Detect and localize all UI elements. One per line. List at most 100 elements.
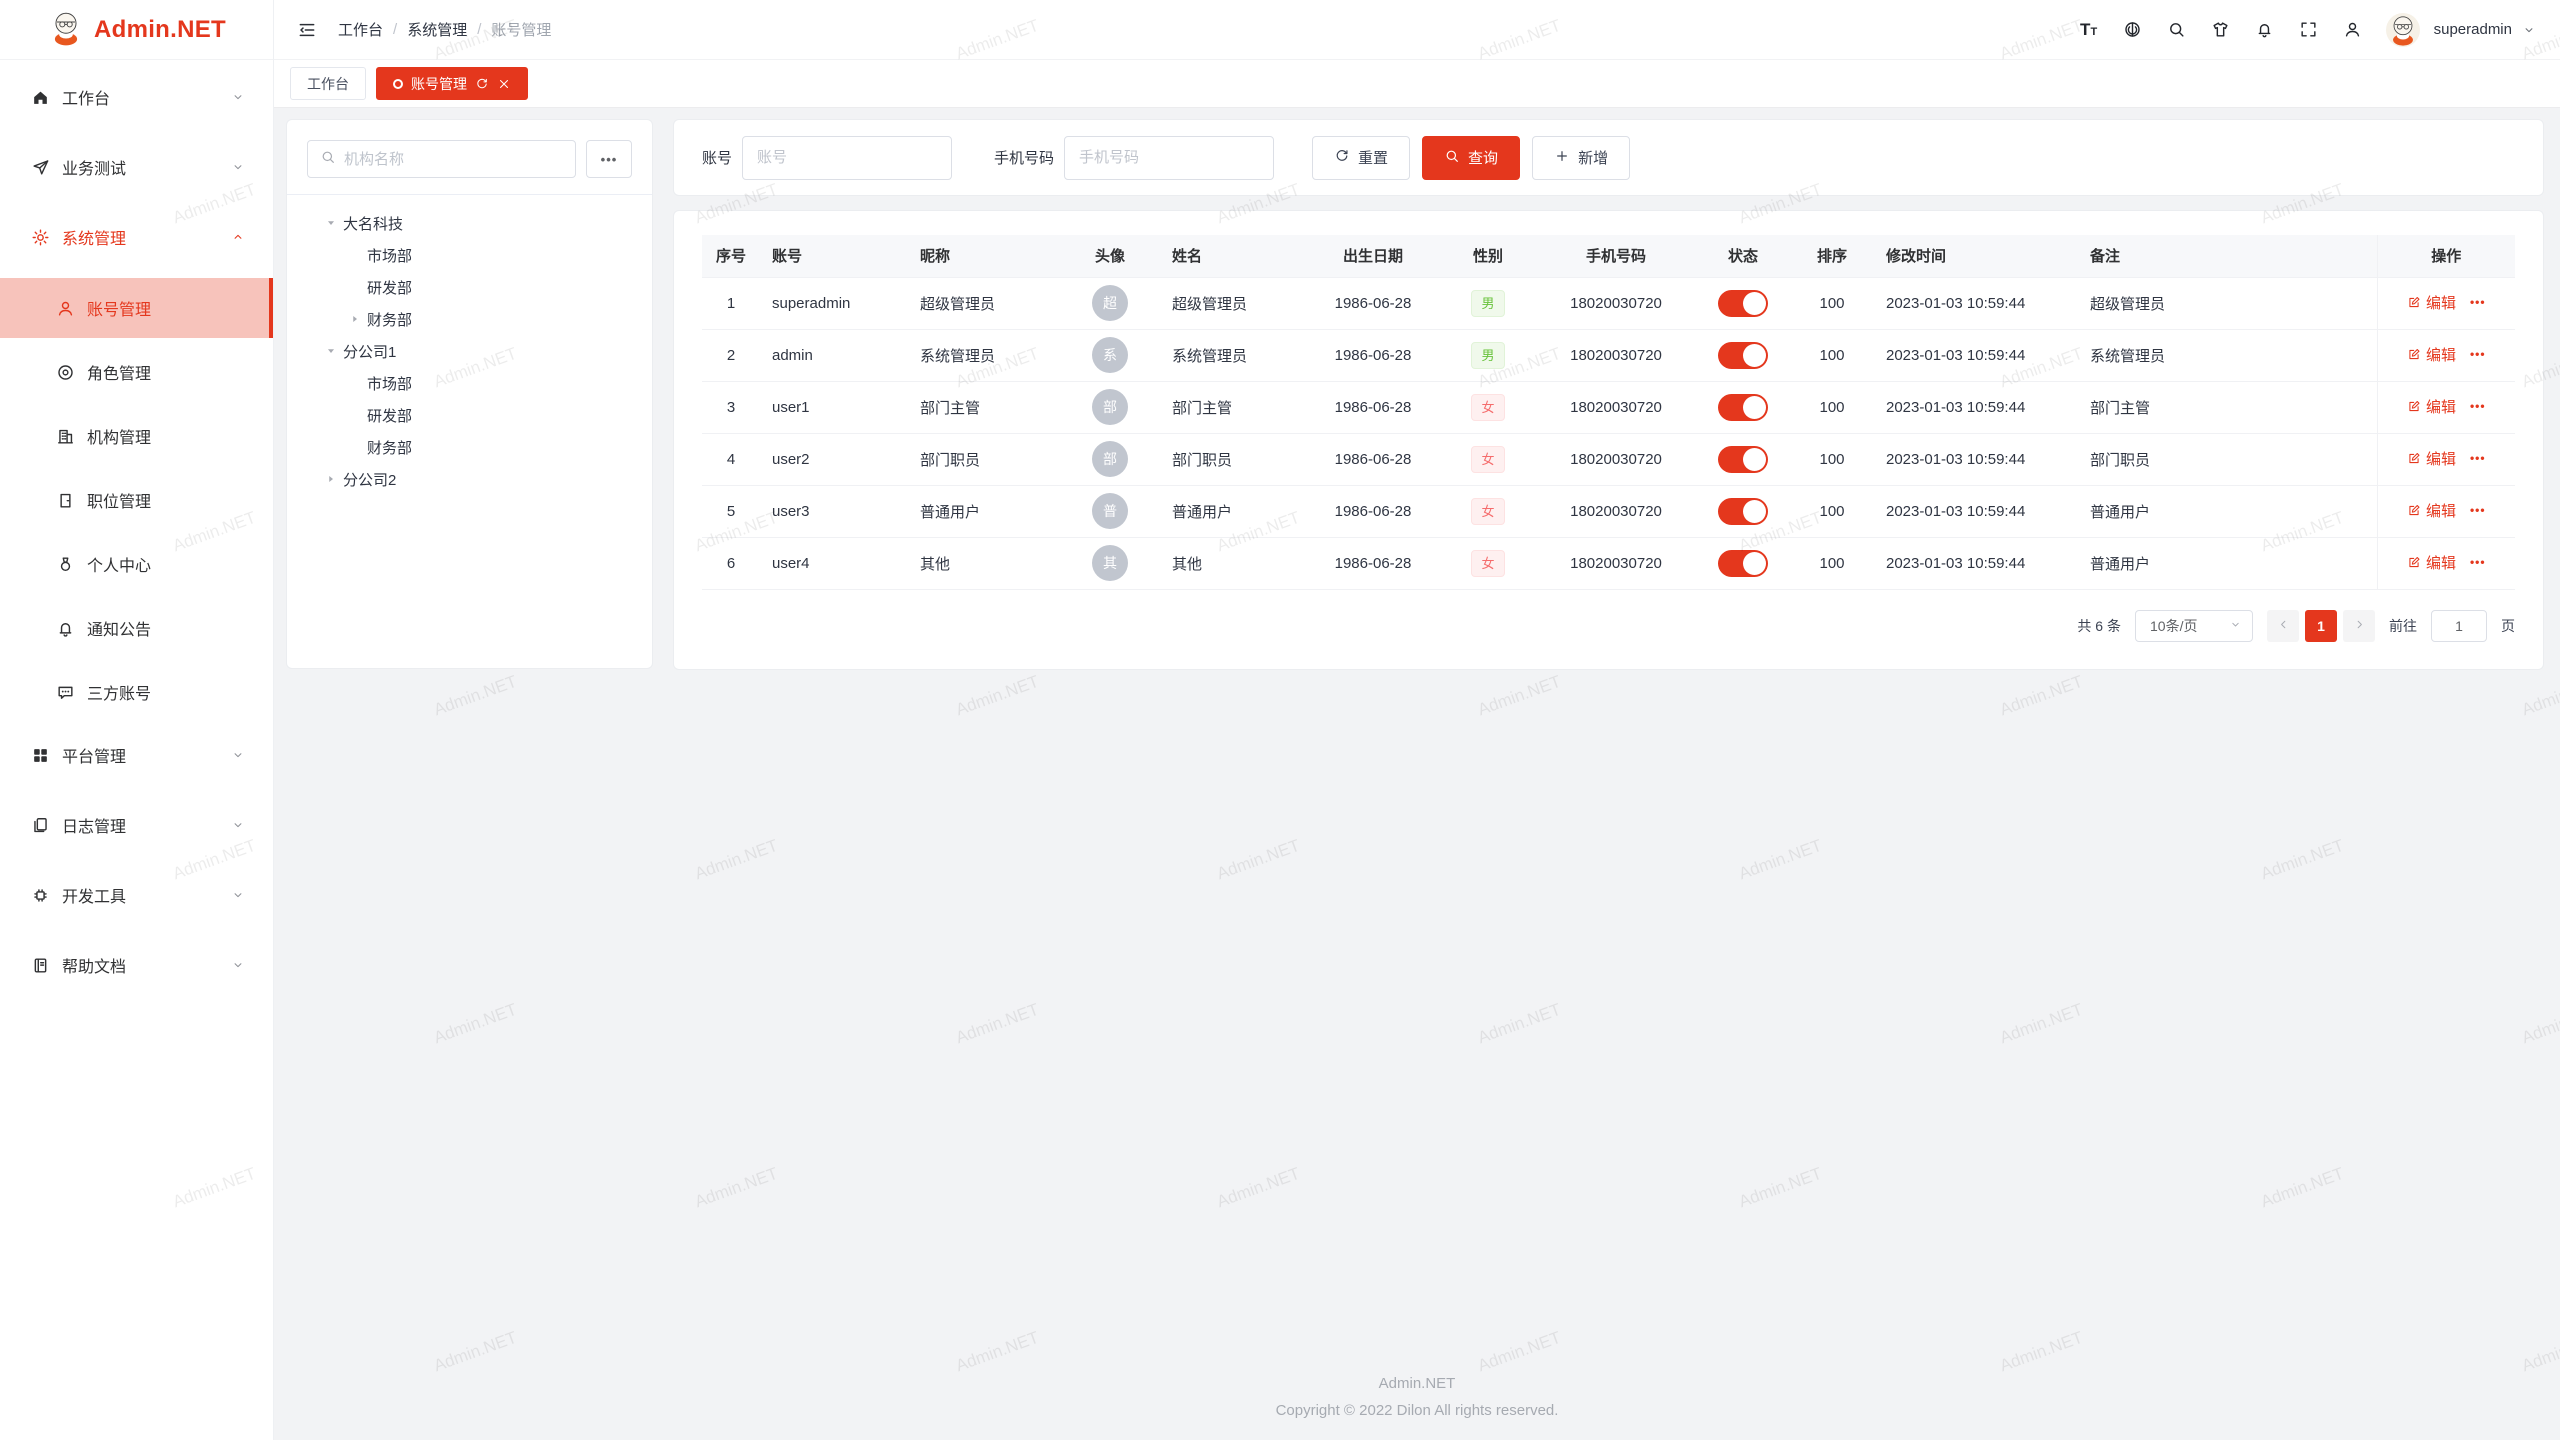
search-icon[interactable]: [2158, 11, 2196, 49]
sidebar-item-account[interactable]: 账号管理: [0, 278, 273, 338]
breadcrumb-item[interactable]: 系统管理: [407, 19, 467, 40]
status-toggle[interactable]: [1718, 498, 1768, 525]
close-icon[interactable]: [497, 77, 511, 91]
org-more-button[interactable]: •••: [586, 140, 632, 178]
row-more-button[interactable]: •••: [2470, 295, 2486, 309]
collapse-sidebar-icon[interactable]: [292, 15, 322, 45]
language-icon[interactable]: [2114, 11, 2152, 49]
logo-link[interactable]: Admin.NET: [0, 0, 273, 60]
sidebar-item-devtools[interactable]: 开发工具: [0, 866, 273, 924]
phone-input[interactable]: [1064, 136, 1274, 180]
goto-page-input[interactable]: [2431, 610, 2487, 642]
cell-phone: 18020030720: [1536, 277, 1696, 329]
breadcrumb: 工作台/系统管理/账号管理: [338, 19, 551, 40]
cell-status: [1696, 485, 1790, 537]
caret-down-icon[interactable]: [319, 339, 343, 363]
chevron-down-icon: [231, 748, 245, 762]
caret-right-icon[interactable]: [343, 307, 367, 331]
sex-badge: 女: [1471, 498, 1504, 525]
person-icon[interactable]: [2334, 11, 2372, 49]
notification-icon[interactable]: [2246, 11, 2284, 49]
table-header-cell: 出生日期: [1306, 235, 1440, 277]
row-more-button[interactable]: •••: [2470, 399, 2486, 413]
org-search-box: [307, 140, 576, 178]
sidebar-item-role[interactable]: 角色管理: [0, 342, 273, 402]
chevron-down-icon[interactable]: [2522, 23, 2536, 37]
edit-button[interactable]: 编辑: [2407, 396, 2456, 417]
sidebar-item-platform[interactable]: 平台管理: [0, 726, 273, 784]
page-size-select[interactable]: 10条/页: [2135, 610, 2253, 642]
tree-node[interactable]: 市场部: [307, 239, 632, 271]
edit-button[interactable]: 编辑: [2407, 344, 2456, 365]
sidebar-item-post[interactable]: 职位管理: [0, 470, 273, 530]
caret-spacer: [343, 435, 367, 459]
tree-node[interactable]: 研发部: [307, 271, 632, 303]
table-header-cell: 姓名: [1160, 235, 1306, 277]
edit-button[interactable]: 编辑: [2407, 552, 2456, 573]
fullscreen-icon[interactable]: [2290, 11, 2328, 49]
edit-button[interactable]: 编辑: [2407, 500, 2456, 521]
row-actions: 编辑 •••: [2407, 396, 2486, 417]
row-more-button[interactable]: •••: [2470, 451, 2486, 465]
row-more-button[interactable]: •••: [2470, 555, 2486, 569]
org-search-input[interactable]: [344, 151, 563, 168]
status-toggle[interactable]: [1718, 550, 1768, 577]
toggle-knob: [1743, 396, 1766, 419]
sidebar-item-biz-test[interactable]: 业务测试: [0, 138, 273, 196]
refresh-icon[interactable]: [475, 77, 489, 91]
edit-label: 编辑: [2426, 500, 2456, 521]
tree-node[interactable]: 财务部: [307, 431, 632, 463]
tree-node[interactable]: 研发部: [307, 399, 632, 431]
account-input[interactable]: [742, 136, 952, 180]
sidebar-item-log[interactable]: 日志管理: [0, 796, 273, 854]
sidebar-item-thirdparty[interactable]: 三方账号: [0, 662, 273, 722]
status-toggle[interactable]: [1718, 342, 1768, 369]
tab-工作台[interactable]: 工作台: [290, 67, 366, 100]
edit-button[interactable]: 编辑: [2407, 448, 2456, 469]
theme-icon[interactable]: [2202, 11, 2240, 49]
sidebar-item-workbench[interactable]: 工作台: [0, 68, 273, 126]
sidebar-item-label: 帮助文档: [62, 953, 231, 977]
tree-node[interactable]: 市场部: [307, 367, 632, 399]
breadcrumb-item[interactable]: 工作台: [338, 19, 383, 40]
sidebar-item-system[interactable]: 系统管理: [0, 208, 273, 266]
cell-nickname: 超级管理员: [908, 277, 1060, 329]
tree-node-label: 大名科技: [343, 213, 403, 234]
caret-down-icon[interactable]: [319, 211, 343, 235]
next-page-button[interactable]: [2343, 610, 2375, 642]
tree-node[interactable]: 大名科技: [307, 207, 632, 239]
sidebar-item-label: 三方账号: [87, 680, 245, 704]
status-toggle[interactable]: [1718, 394, 1768, 421]
tab-账号管理[interactable]: 账号管理: [376, 67, 528, 100]
tree-node[interactable]: 分公司2: [307, 463, 632, 495]
tree-node[interactable]: 分公司1: [307, 335, 632, 367]
table-header-cell: 头像: [1060, 235, 1160, 277]
reset-button[interactable]: 重置: [1312, 136, 1410, 180]
query-button[interactable]: 查询: [1422, 136, 1520, 180]
gear-icon: [30, 227, 50, 247]
cell-status: [1696, 381, 1790, 433]
font-size-icon[interactable]: TT: [2070, 11, 2108, 49]
cell-phone: 18020030720: [1536, 485, 1696, 537]
user-name[interactable]: superadmin: [2434, 21, 2512, 38]
sidebar-item-profile[interactable]: 个人中心: [0, 534, 273, 594]
status-toggle[interactable]: [1718, 290, 1768, 317]
prev-page-button[interactable]: [2267, 610, 2299, 642]
page-number-current[interactable]: 1: [2305, 610, 2337, 642]
cell-remark: 系统管理员: [2078, 329, 2377, 381]
user-avatar[interactable]: [2386, 13, 2420, 47]
sidebar-item-org[interactable]: 机构管理: [0, 406, 273, 466]
tree-node-label: 市场部: [367, 245, 412, 266]
status-toggle[interactable]: [1718, 446, 1768, 473]
user-icon: [55, 298, 75, 318]
row-more-button[interactable]: •••: [2470, 503, 2486, 517]
cell-nickname: 部门主管: [908, 381, 1060, 433]
tree-node[interactable]: 财务部: [307, 303, 632, 335]
add-button[interactable]: 新增: [1532, 136, 1630, 180]
edit-icon: [2407, 295, 2421, 309]
sidebar-item-notice[interactable]: 通知公告: [0, 598, 273, 658]
sidebar-item-docs[interactable]: 帮助文档: [0, 936, 273, 994]
row-more-button[interactable]: •••: [2470, 347, 2486, 361]
caret-right-icon[interactable]: [319, 467, 343, 491]
edit-button[interactable]: 编辑: [2407, 292, 2456, 313]
